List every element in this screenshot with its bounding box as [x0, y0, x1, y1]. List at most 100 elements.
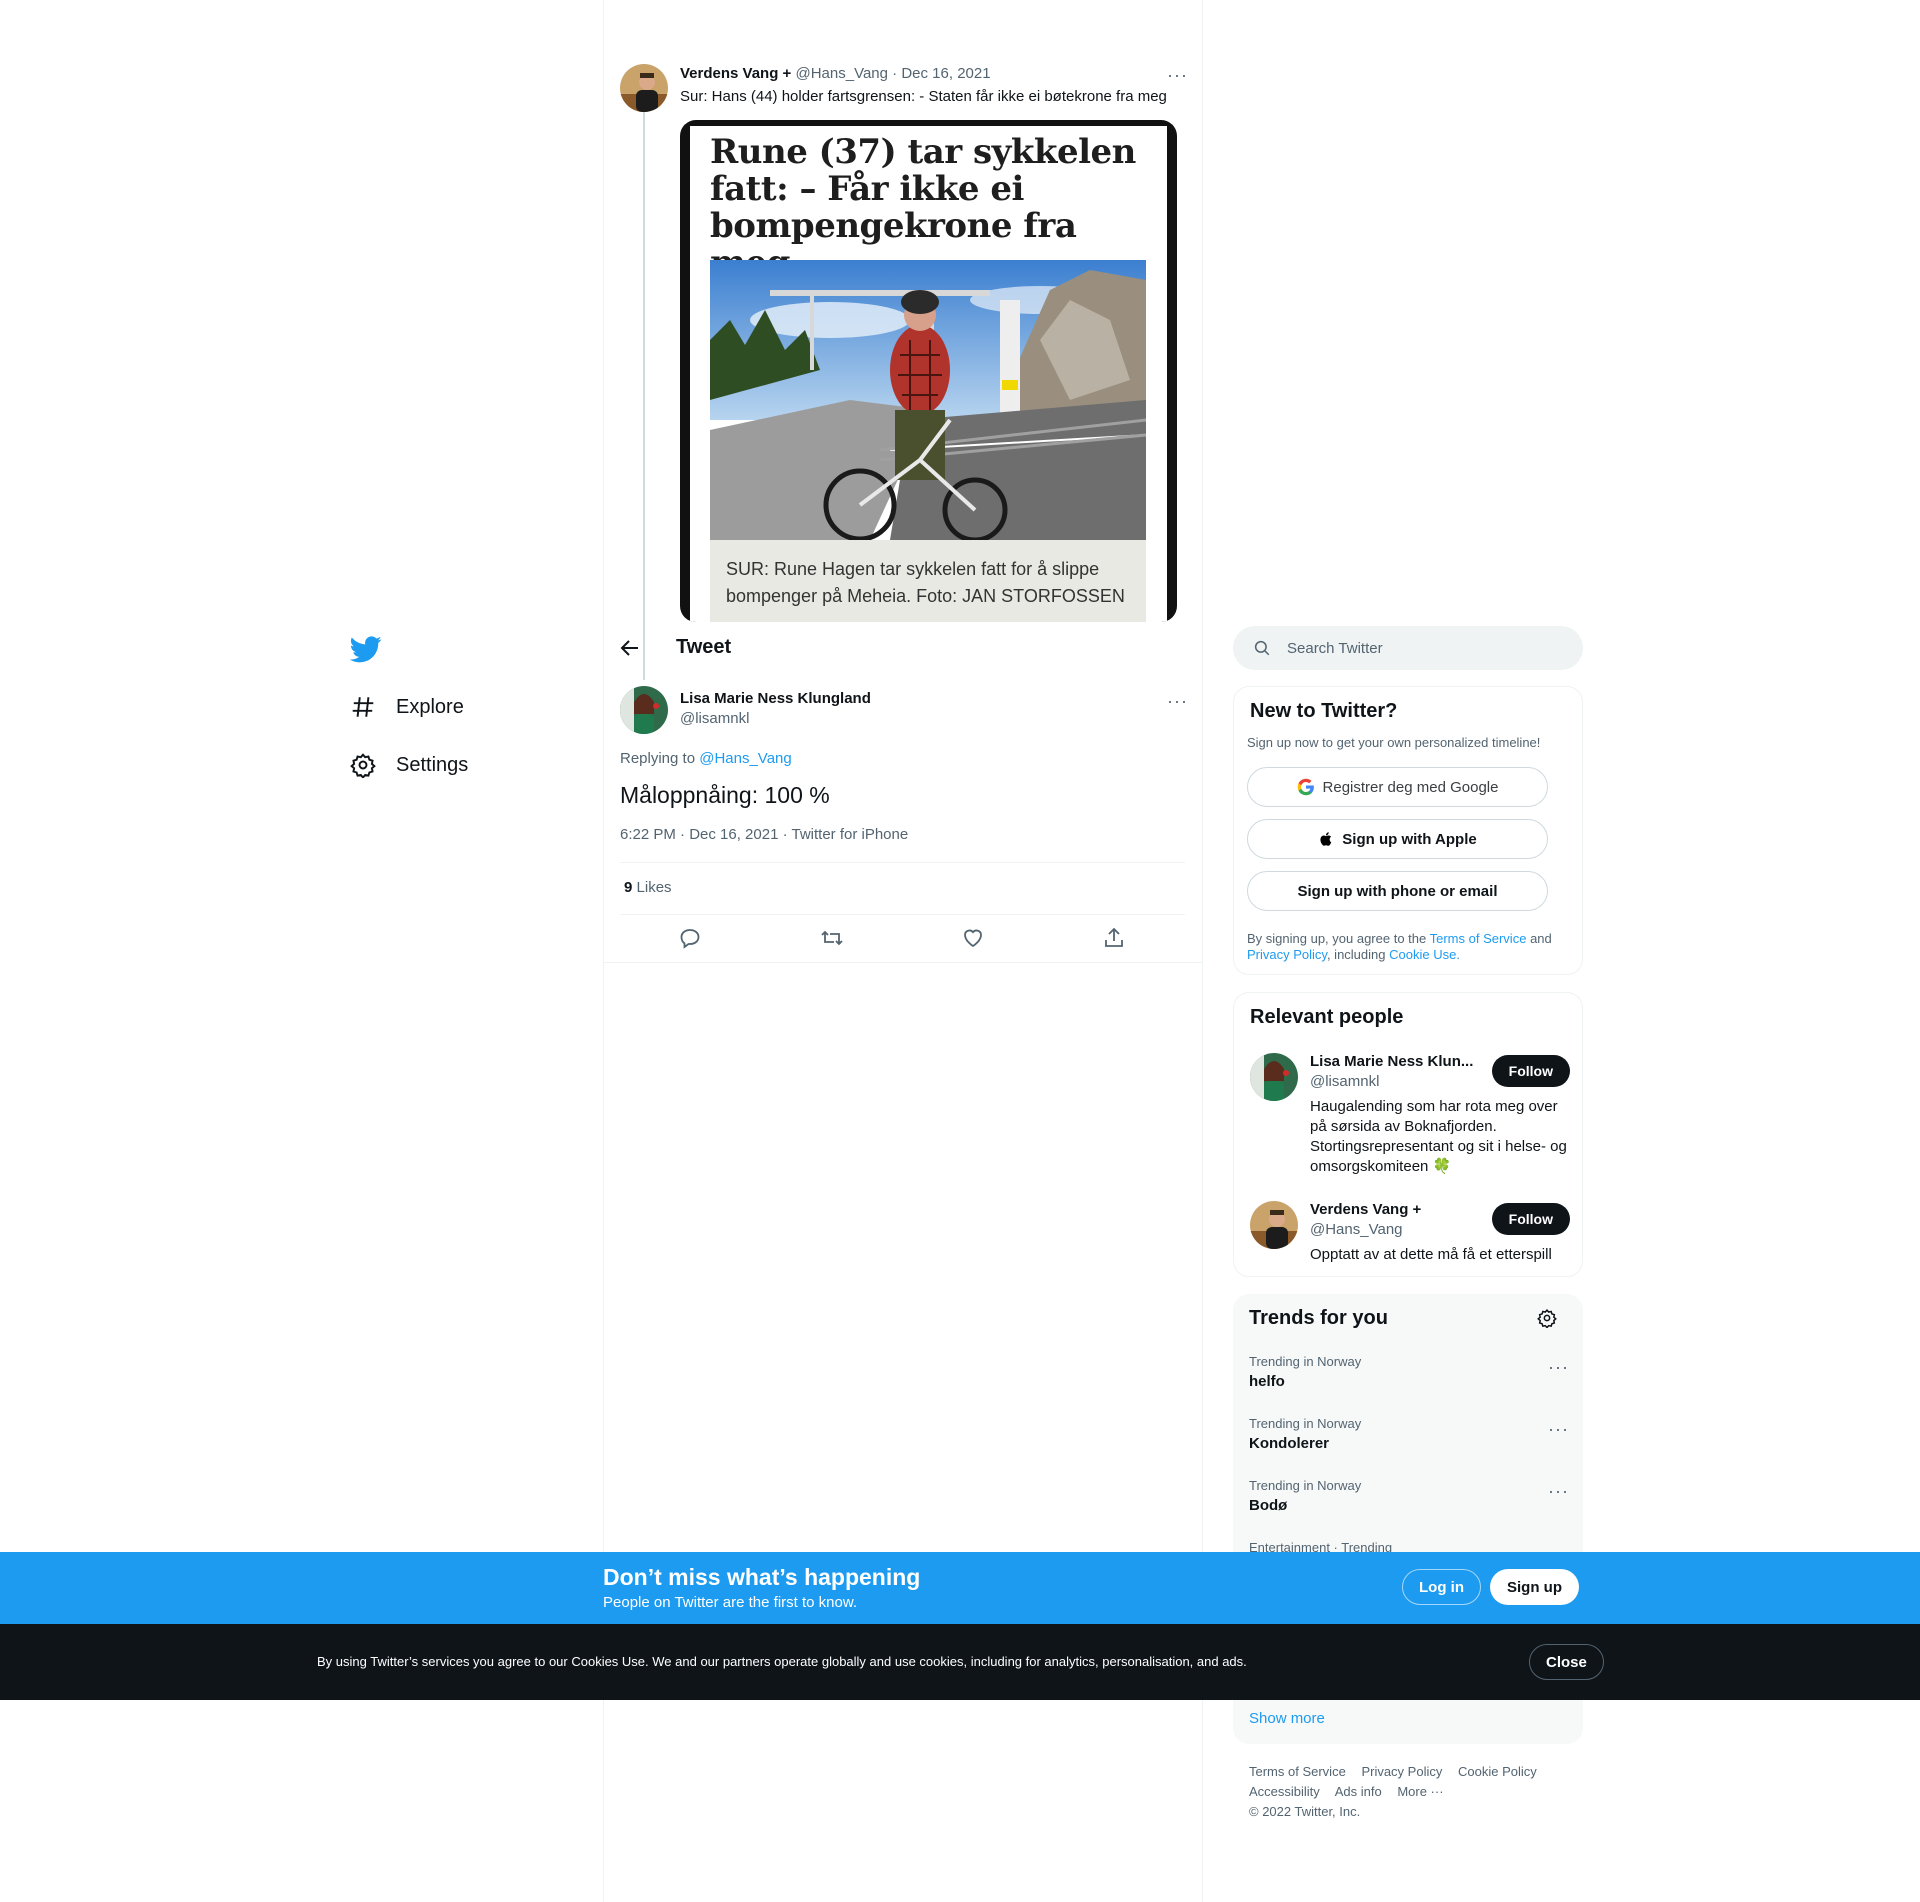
clipping-photo	[710, 260, 1146, 540]
divider	[603, 962, 1202, 963]
new-to-twitter-subtitle: Sign up now to get your own personalized…	[1247, 735, 1541, 750]
search-input[interactable]	[1287, 639, 1547, 657]
parent-tweet-date[interactable]: Dec 16, 2021	[901, 65, 990, 82]
back-arrow-icon[interactable]	[618, 636, 642, 660]
close-button[interactable]: Close	[1529, 1644, 1604, 1680]
parent-author-handle[interactable]: @Hans_Vang	[795, 65, 888, 82]
signup-legal-text: By signing up, you agree to the Terms of…	[1247, 931, 1567, 963]
main-tweet-meta[interactable]: 6:22 PM · Dec 16, 2021 · Twitter for iPh…	[620, 826, 908, 843]
phone-email-signup-label: Sign up with phone or email	[1297, 882, 1498, 900]
more-options-icon[interactable]: ···	[1548, 1482, 1569, 1500]
more-options-icon[interactable]: ···	[1167, 692, 1188, 710]
person-item[interactable]: Verdens Vang + @Hans_Vang Follow Opptatt…	[1250, 1201, 1570, 1267]
banner-subtitle: People on Twitter are the first to know.	[603, 1594, 858, 1611]
avatar-hans-vang[interactable]	[1250, 1201, 1298, 1249]
follow-button[interactable]: Follow	[1491, 1203, 1570, 1235]
login-button[interactable]: Log in	[1402, 1569, 1481, 1605]
person-bio: Haugalending som har rota meg over på sø…	[1310, 1098, 1567, 1175]
trend-name: Bodø	[1249, 1497, 1288, 1514]
copyright: © 2022 Twitter, Inc.	[1249, 1804, 1361, 1819]
follow-button[interactable]: Follow	[1491, 1055, 1570, 1087]
like-icon[interactable]	[961, 926, 985, 950]
trend-item[interactable]: Trending in Norway helfo ···	[1249, 1354, 1569, 1390]
likes-number: 9	[624, 879, 633, 896]
trend-context: Trending in Norway	[1249, 1354, 1362, 1369]
more-options-icon[interactable]: ···	[1548, 1420, 1569, 1438]
person-name[interactable]: Lisa Marie Ness Klun...	[1310, 1053, 1473, 1070]
legal-prefix: By signing up, you agree to the	[1247, 931, 1427, 946]
legal-and: and	[1530, 931, 1552, 946]
news-clipping: Rune (37) tar sykkelen fatt: – Får ikke …	[690, 126, 1167, 622]
replying-to: Replying to @Hans_Vang	[620, 750, 792, 767]
nav-explore[interactable]: Explore	[350, 694, 464, 720]
trend-context: Trending in Norway	[1249, 1478, 1362, 1493]
twitter-logo-icon[interactable]	[350, 633, 382, 665]
avatar-lisamnkl[interactable]	[620, 686, 668, 734]
footer-link[interactable]: Ads info	[1335, 1784, 1382, 1799]
search-box[interactable]	[1233, 626, 1583, 670]
person-bio: Opptatt av at dette må få et etterspill	[1310, 1246, 1552, 1263]
cookie-text: By using Twitter’s services you agree to…	[317, 1654, 1247, 1669]
replying-to-link[interactable]: @Hans_Vang	[699, 750, 792, 767]
new-to-twitter-title: New to Twitter?	[1250, 700, 1398, 722]
avatar-hans-vang[interactable]	[620, 64, 668, 112]
more-options-icon[interactable]: ···	[1167, 66, 1188, 84]
show-more-link[interactable]: Show more	[1249, 1710, 1325, 1727]
avatar-lisamnkl[interactable]	[1250, 1053, 1298, 1101]
parent-author-name[interactable]: Verdens Vang +	[680, 65, 791, 82]
cookie-use-link[interactable]: Cookie Use.	[1389, 947, 1460, 962]
separator-dot: ·	[892, 65, 898, 82]
trend-item[interactable]: Trending in Norway Kondolerer ···	[1249, 1416, 1569, 1452]
likes-count[interactable]: 9 Likes	[624, 879, 672, 896]
nav-explore-label: Explore	[396, 695, 464, 718]
nav-settings-label: Settings	[396, 753, 469, 776]
person-item[interactable]: Lisa Marie Ness Klun... @lisamnkl Follow…	[1250, 1053, 1570, 1183]
reply-icon[interactable]	[678, 926, 702, 950]
divider	[620, 914, 1185, 915]
privacy-link[interactable]: Privacy Policy	[1247, 947, 1327, 962]
person-handle[interactable]: @lisamnkl	[1310, 1073, 1379, 1090]
main-author-name[interactable]: Lisa Marie Ness Klungland	[680, 690, 871, 707]
share-icon[interactable]	[1102, 926, 1126, 950]
cookie-bar: By using Twitter’s services you agree to…	[0, 1624, 1920, 1700]
phone-email-signup-button[interactable]: Sign up with phone or email	[1247, 871, 1548, 911]
parent-tweet-text: Sur: Hans (44) holder fartsgrensen: - St…	[680, 88, 1167, 105]
hashtag-icon	[352, 697, 374, 717]
likes-label: Likes	[636, 879, 672, 896]
trend-name: Kondolerer	[1249, 1435, 1330, 1452]
gear-icon	[350, 753, 376, 778]
replying-prefix: Replying to	[620, 750, 696, 767]
footer-link[interactable]: Accessibility	[1249, 1784, 1320, 1799]
apple-signup-label: Sign up with Apple	[1342, 830, 1477, 848]
trend-name: helfo	[1249, 1373, 1285, 1390]
apple-signup-button[interactable]: Sign up with Apple	[1247, 819, 1548, 859]
nav-settings[interactable]: Settings	[350, 752, 468, 778]
more-options-icon[interactable]: ···	[1548, 1358, 1569, 1376]
parent-tweet-image[interactable]: Rune (37) tar sykkelen fatt: – Får ikke …	[680, 120, 1177, 622]
footer-link[interactable]: More ···	[1397, 1784, 1443, 1799]
divider	[620, 862, 1185, 863]
banner-title: Don’t miss what’s happening	[603, 1564, 921, 1590]
page-title: Tweet	[676, 636, 732, 658]
footer-link[interactable]: Cookie Policy	[1458, 1764, 1537, 1779]
apple-icon	[1320, 832, 1332, 846]
retweet-icon[interactable]	[820, 926, 844, 950]
footer-links: Terms of Service Privacy Policy Cookie P…	[1249, 1762, 1579, 1822]
thread-line	[643, 112, 645, 680]
new-to-twitter-card: New to Twitter? Sign up now to get your …	[1233, 686, 1583, 975]
terms-link[interactable]: Terms of Service	[1430, 931, 1527, 946]
main-author-handle[interactable]: @lisamnkl	[680, 710, 749, 727]
person-handle[interactable]: @Hans_Vang	[1310, 1221, 1403, 1238]
trend-context: Trending in Norway	[1249, 1416, 1362, 1431]
footer-link[interactable]: Terms of Service	[1249, 1764, 1346, 1779]
google-signup-button[interactable]: Registrer deg med Google	[1247, 767, 1548, 807]
trend-item[interactable]: Trending in Norway Bodø ···	[1249, 1478, 1569, 1514]
google-icon	[1297, 778, 1314, 796]
person-name[interactable]: Verdens Vang +	[1310, 1201, 1421, 1218]
signup-button[interactable]: Sign up	[1490, 1569, 1579, 1605]
gear-icon[interactable]	[1537, 1308, 1557, 1328]
footer-link[interactable]: Privacy Policy	[1361, 1764, 1442, 1779]
google-signup-label: Registrer deg med Google	[1322, 778, 1499, 796]
relevant-people-card: Relevant people Lisa Marie Ness Klun... …	[1233, 992, 1583, 1277]
main-tweet-text: Måloppnåing: 100 %	[620, 782, 830, 808]
